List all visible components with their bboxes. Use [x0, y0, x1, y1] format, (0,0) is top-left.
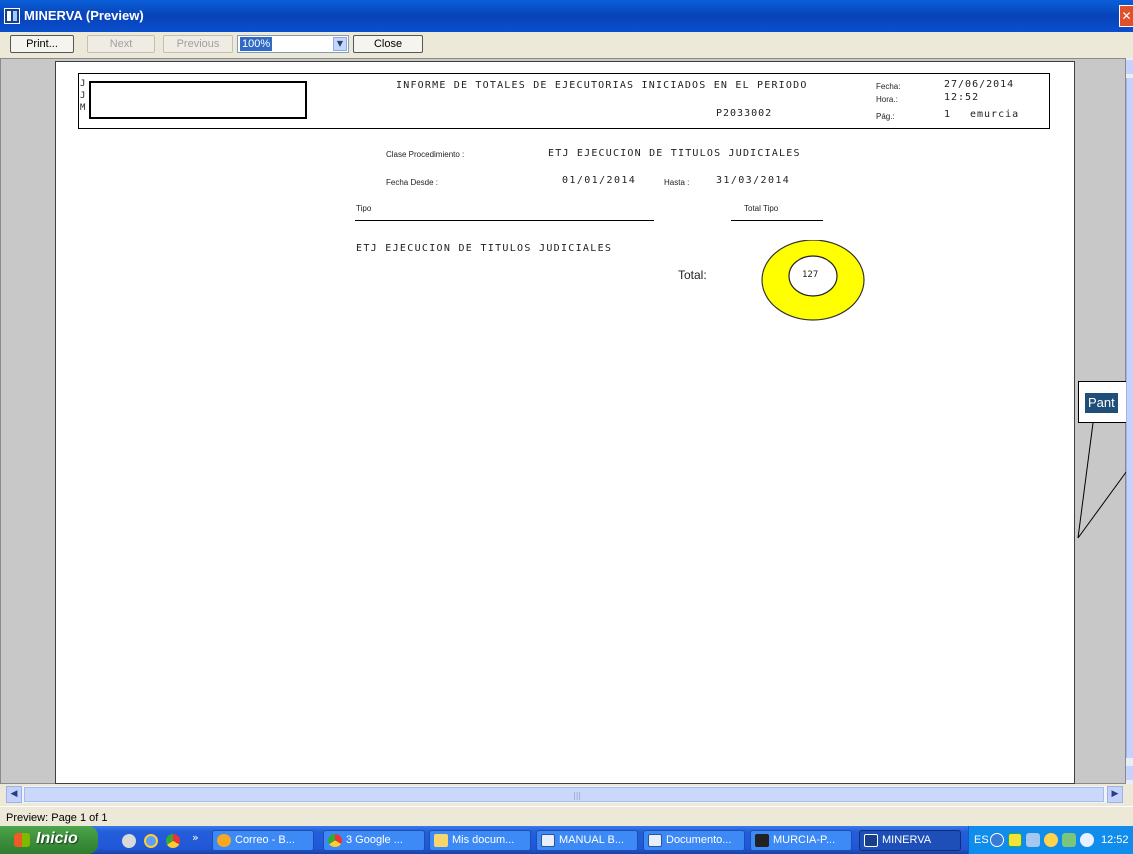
fecha-desde-label: Fecha Desde :: [386, 178, 439, 187]
column-underline: [355, 220, 654, 221]
scroll-right-icon[interactable]: ▶: [1107, 786, 1123, 803]
command-prompt-icon: [755, 834, 769, 847]
column-underline: [731, 220, 823, 221]
callout-box: Pant: [1078, 381, 1133, 423]
word-document-icon: [541, 834, 555, 847]
language-indicator[interactable]: ES: [974, 834, 989, 846]
header-left-letter: M: [80, 103, 86, 113]
word-document-icon: [648, 834, 662, 847]
taskbar-item[interactable]: MANUAL B...: [536, 830, 638, 851]
taskbar-item[interactable]: MURCIA-P...: [750, 830, 852, 851]
security-icon[interactable]: [1044, 833, 1058, 847]
report-title: INFORME DE TOTALES DE EJECUTORIAS INICIA…: [396, 80, 808, 91]
zoom-select[interactable]: 100% ▼: [237, 35, 349, 53]
column-header-total-tipo: Total Tipo: [744, 204, 779, 213]
close-button[interactable]: Close: [353, 35, 423, 53]
tray-arrow-icon[interactable]: [990, 833, 1004, 847]
start-label: Inicio: [36, 830, 78, 847]
hora-value: 12:52: [944, 92, 980, 103]
hasta-label: Hasta :: [664, 178, 690, 187]
taskbar-item[interactable]: 3 Google ...: [323, 830, 425, 851]
mail-icon: [217, 834, 231, 847]
desktop-icon[interactable]: [122, 834, 136, 848]
chevron-down-icon[interactable]: ▼: [333, 37, 347, 51]
network-icon[interactable]: [1026, 833, 1040, 847]
total-value: 127: [802, 270, 819, 280]
windows-logo-icon: [14, 833, 30, 847]
callout-text: Pant: [1085, 393, 1118, 413]
window-title: MINERVA (Preview): [24, 8, 144, 23]
status-text: Preview: Page 1 of 1: [6, 812, 108, 824]
fecha-value: 27/06/2014: [944, 79, 1015, 90]
internet-explorer-icon[interactable]: [144, 834, 158, 848]
total-label: Total:: [678, 268, 707, 282]
zoom-value: 100%: [240, 37, 273, 51]
close-window-button[interactable]: ✕: [1119, 5, 1133, 27]
taskbar-item[interactable]: Documento...: [643, 830, 745, 851]
chrome-icon[interactable]: [166, 834, 180, 848]
clase-value: ETJ EJECUCION DE TITULOS JUDICIALES: [548, 148, 801, 159]
taskbar-item[interactable]: Correo - B...: [212, 830, 314, 851]
previous-button[interactable]: Previous: [163, 35, 233, 53]
title-bar: MINERVA (Preview) ✕: [0, 0, 1133, 32]
scroll-down-icon[interactable]: [1126, 766, 1133, 780]
taskbar-item-label: Mis docum...: [452, 834, 515, 846]
clase-label: Clase Procedimiento :: [386, 150, 465, 159]
hasta-value: 31/03/2014: [716, 175, 791, 186]
taskbar-item-label: Correo - B...: [235, 834, 295, 846]
taskbar-item-label: MANUAL B...: [559, 834, 624, 846]
horizontal-scroll-thumb[interactable]: |||: [24, 787, 1104, 802]
taskbar-item-label: 3 Google ...: [346, 834, 403, 846]
fecha-label: Fecha:: [876, 82, 901, 91]
scroll-left-icon[interactable]: ◀: [6, 786, 22, 803]
quicklaunch-more-icon[interactable]: »: [192, 831, 199, 844]
folder-icon: [434, 834, 448, 847]
highlight-ring: [761, 240, 865, 321]
report-page: [55, 61, 1075, 784]
callout-pointer: [1077, 422, 1133, 539]
taskbar-item-active[interactable]: MINERVA: [859, 830, 961, 851]
column-header-tipo: Tipo: [356, 204, 372, 213]
clock[interactable]: 12:52: [1101, 834, 1129, 846]
app-icon: [4, 8, 20, 24]
fecha-desde-value: 01/01/2014: [562, 175, 637, 186]
horizontal-scrollbar[interactable]: ◀ ||| ▶: [6, 786, 1123, 803]
redaction-box: [89, 81, 307, 119]
header-left-letter: J: [80, 91, 86, 101]
taskbar-item-label: Documento...: [666, 834, 732, 846]
preview-toolbar: Print... Next Previous 100% ▼ Close: [0, 32, 1133, 56]
header-left-letter: J: [80, 79, 86, 89]
next-button[interactable]: Next: [87, 35, 155, 53]
pag-label: Pág.:: [876, 112, 895, 121]
status-bar: Preview: Page 1 of 1: [0, 806, 1133, 826]
vertical-scrollbar[interactable]: [1126, 58, 1133, 784]
taskbar-item-label: MINERVA: [882, 834, 932, 846]
print-button[interactable]: Print...: [10, 35, 74, 53]
scroll-grip-icon: |||: [573, 791, 582, 800]
taskbar-item[interactable]: Mis docum...: [429, 830, 531, 851]
taskbar-item-label: MURCIA-P...: [773, 834, 836, 846]
vertical-scroll-thumb[interactable]: [1126, 78, 1133, 758]
start-button[interactable]: Inicio: [0, 826, 98, 854]
minerva-app-icon: [864, 834, 878, 847]
pag-value: 1: [944, 109, 951, 120]
vpn-icon[interactable]: [1008, 833, 1022, 847]
report-code: P2033002: [716, 108, 773, 119]
hora-label: Hora.:: [876, 95, 898, 104]
update-icon[interactable]: [1062, 833, 1076, 847]
taskbar: Inicio » Correo - B... 3 Google ... Mis …: [0, 826, 1133, 854]
user-name: emurcia: [970, 109, 1020, 120]
row-tipo: ETJ EJECUCION DE TITULOS JUDICIALES: [356, 243, 613, 254]
sync-icon[interactable]: [1080, 833, 1094, 847]
chrome-icon: [328, 834, 342, 847]
scroll-up-icon[interactable]: [1126, 60, 1133, 74]
